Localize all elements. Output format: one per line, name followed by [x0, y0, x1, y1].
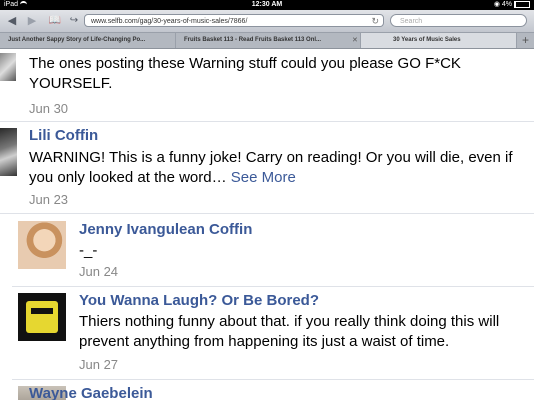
browser-toolbar: ◀ ▶ 📖 ↪ www.selfb.com/gag/30-years-of-mu…	[0, 10, 534, 33]
battery-icon	[514, 0, 530, 8]
avatar-sponge	[26, 301, 58, 333]
tab-label: Fruits Basket 113 - Read Fruits Basket 1…	[184, 37, 322, 43]
forward-arrow-icon[interactable]: ▶	[26, 15, 38, 27]
reply-item: Jenny Ivangulean Coffin -_- Jun 24	[12, 214, 534, 287]
status-right: ◉ 4%	[494, 0, 530, 10]
back-arrow-icon[interactable]: ◀	[6, 15, 18, 27]
status-time: 12:30 AM	[251, 1, 283, 8]
comment-text: WARNING! This is a funny joke! Carry on …	[29, 148, 525, 188]
comment-date[interactable]: Jun 24	[79, 264, 118, 280]
bookmarks-icon[interactable]: 📖	[48, 15, 62, 27]
avatar[interactable]	[0, 53, 16, 81]
commenter-name[interactable]: Jenny Ivangulean Coffin	[79, 221, 252, 239]
reload-icon[interactable]: ↻	[371, 15, 379, 28]
tab-close-icon[interactable]: ✕	[352, 33, 358, 48]
battery-percent: 4%	[501, 1, 512, 8]
commenter-name[interactable]: Wayne Gaebelein	[29, 385, 153, 400]
comment-text: The ones posting these Warning stuff cou…	[29, 55, 461, 92]
comment-date[interactable]: Jun 23	[29, 192, 68, 208]
reply-item: You Wanna Laugh? Or Be Bored? Thiers not…	[12, 287, 534, 380]
status-bar: iPad 12:30 AM ◉ 4%	[0, 0, 534, 10]
reply-item: Wayne Gaebelein	[12, 380, 534, 400]
tab-bar: Just Another Sappy Story of Life-Changin…	[0, 33, 534, 49]
url-text: www.selfb.com/gag/30-years-of-music-sale…	[91, 18, 248, 25]
address-bar[interactable]: www.selfb.com/gag/30-years-of-music-sale…	[84, 14, 384, 27]
commenter-name[interactable]: You Wanna Laugh? Or Be Bored?	[79, 292, 319, 310]
avatar-glasses	[31, 308, 53, 314]
see-more-link[interactable]: See More	[231, 169, 296, 186]
comment-item: Lili Coffin WARNING! This is a funny jok…	[0, 122, 534, 214]
tab-fruits-basket[interactable]: Fruits Basket 113 - Read Fruits Basket 1…	[176, 33, 361, 48]
comment-date[interactable]: Jun 30	[29, 101, 68, 117]
share-icon[interactable]: ↪	[68, 15, 80, 27]
avatar[interactable]	[18, 293, 66, 341]
new-tab-icon[interactable]: +	[516, 33, 534, 48]
tab-sappy-story[interactable]: Just Another Sappy Story of Life-Changin…	[0, 33, 176, 48]
avatar[interactable]	[18, 221, 66, 269]
comment-text: Thiers nothing funny about that. if you …	[79, 313, 500, 350]
lock-rotation-icon: ◉	[493, 1, 500, 8]
commenter-name[interactable]: Lili Coffin	[29, 127, 98, 145]
search-placeholder: Search	[400, 18, 423, 25]
comment-date[interactable]: Jun 27	[79, 357, 118, 373]
comment-item: The ones posting these Warning stuff cou…	[0, 49, 534, 122]
comment-text: -_-	[79, 242, 98, 259]
search-field[interactable]: Search	[390, 14, 527, 27]
tab-label: Just Another Sappy Story of Life-Changin…	[8, 37, 146, 43]
comments-list: The ones posting these Warning stuff cou…	[0, 49, 534, 400]
avatar[interactable]	[0, 128, 17, 176]
tab-label: 30 Years of Music Sales	[393, 37, 461, 43]
tab-music-sales[interactable]: 30 Years of Music Sales	[361, 33, 517, 48]
